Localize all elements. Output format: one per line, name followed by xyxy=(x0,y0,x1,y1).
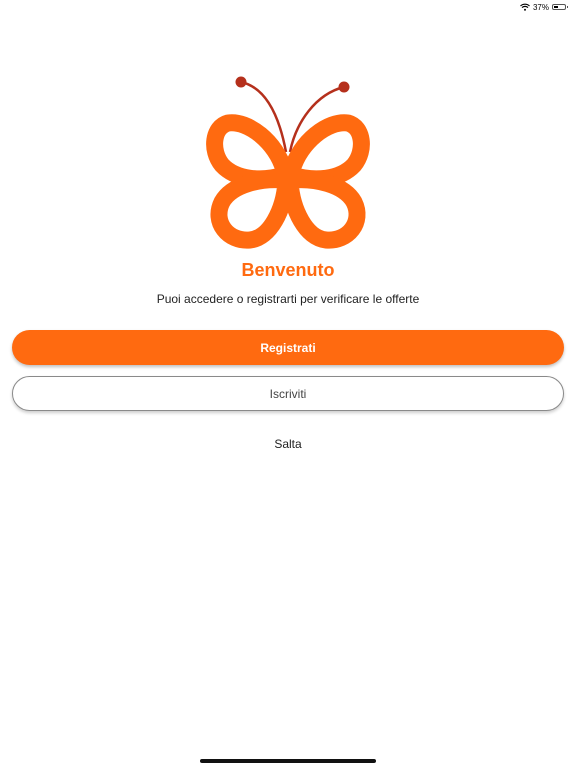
skip-link[interactable]: Salta xyxy=(0,437,576,451)
wing-upper-left xyxy=(206,114,293,188)
wifi-icon xyxy=(520,3,530,11)
wing-lower-left xyxy=(210,171,295,249)
wing-upper-right xyxy=(283,114,370,188)
register-button-label: Registrati xyxy=(260,340,316,355)
signup-button-label: Iscriviti xyxy=(269,386,307,401)
battery-level xyxy=(554,6,558,8)
status-bar: 37% xyxy=(520,0,568,14)
antenna-left-tip xyxy=(235,76,247,88)
register-button[interactable]: Registrati xyxy=(12,330,564,365)
antenna-right-tip xyxy=(338,81,350,93)
battery-percentage: 37% xyxy=(532,2,549,12)
butterfly-logo-icon xyxy=(206,76,370,249)
signup-button[interactable]: Iscriviti xyxy=(12,376,564,411)
battery-icon xyxy=(552,4,568,10)
welcome-screen: 37% Benvenuto Puoi accedere o registrart… xyxy=(0,0,576,768)
home-indicator[interactable] xyxy=(200,759,376,763)
welcome-title: Benvenuto xyxy=(241,260,335,280)
wing-lower-right xyxy=(281,171,366,249)
welcome-subtitle: Puoi accedere o registrarti per verifica… xyxy=(156,292,420,306)
